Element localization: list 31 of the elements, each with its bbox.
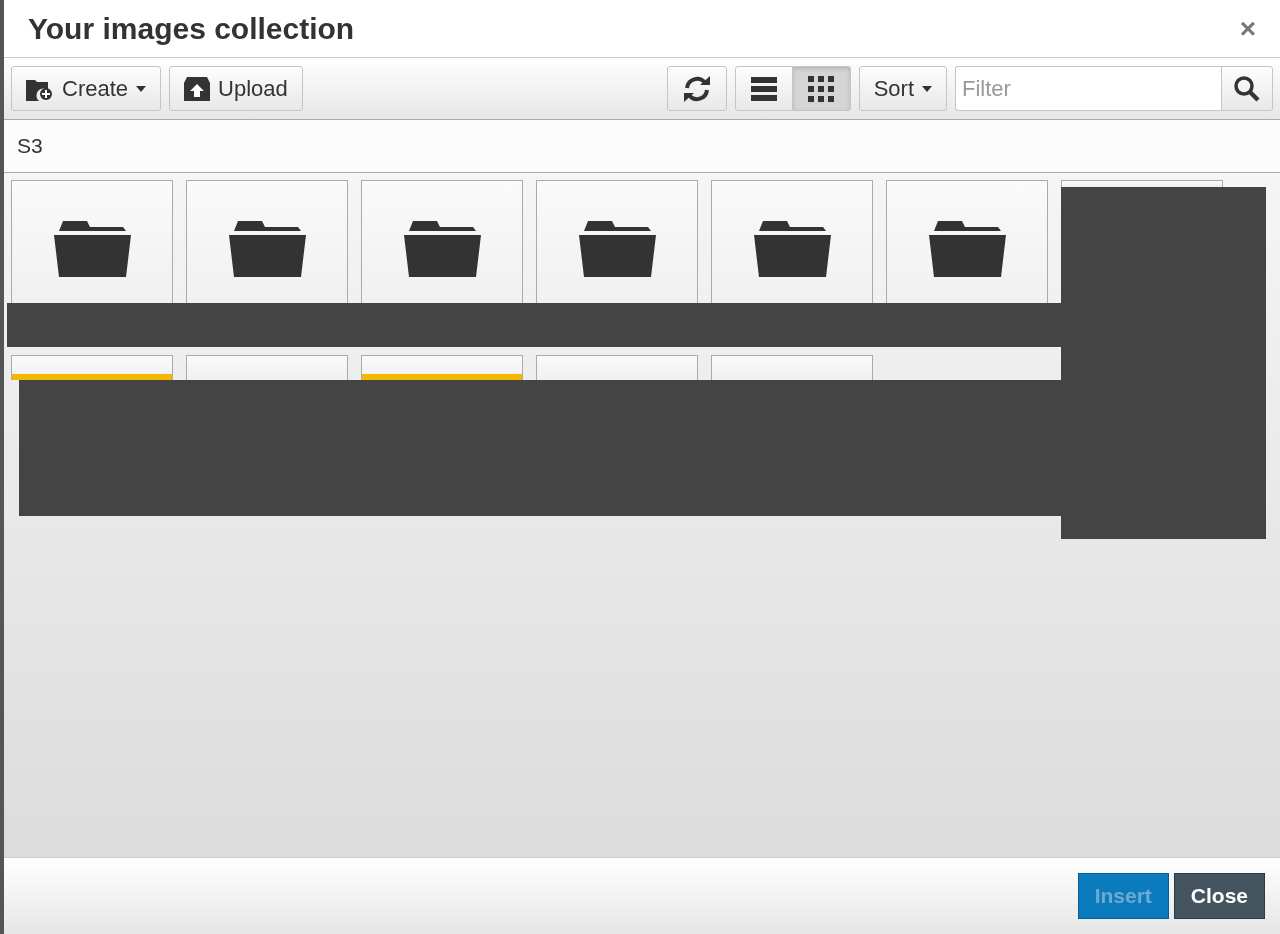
caret-icon xyxy=(136,85,147,92)
refresh-button[interactable] xyxy=(666,66,727,111)
folder-tile[interactable] xyxy=(886,180,1048,303)
search-icon xyxy=(1234,75,1260,102)
folder-tile[interactable] xyxy=(186,180,348,303)
search-button[interactable] xyxy=(1221,66,1273,111)
file-tile[interactable] xyxy=(186,355,348,380)
file-tile[interactable] xyxy=(1061,180,1223,187)
image-tile[interactable] xyxy=(361,355,523,380)
upload-button[interactable]: Upload xyxy=(169,66,303,111)
close-dialog-button[interactable]: Close xyxy=(1173,873,1265,919)
list-view-button[interactable] xyxy=(734,66,793,111)
caret-icon xyxy=(922,85,932,92)
grid-view-button[interactable] xyxy=(792,66,851,111)
sort-button[interactable]: Sort xyxy=(858,66,947,111)
dialog-title: Your images collection xyxy=(28,11,355,46)
grid-icon xyxy=(808,75,835,102)
image-tile[interactable] xyxy=(11,355,173,380)
folder-tile[interactable] xyxy=(536,180,698,303)
file-tile[interactable] xyxy=(711,355,873,380)
folder-tile[interactable] xyxy=(711,180,873,303)
refresh-icon xyxy=(682,75,711,102)
folder-tile[interactable] xyxy=(11,180,173,303)
upload-box-icon xyxy=(184,76,211,101)
file-tile[interactable] xyxy=(536,355,698,380)
list-icon xyxy=(750,76,777,101)
create-button[interactable]: Create xyxy=(11,66,162,111)
close-button[interactable]: × xyxy=(1239,12,1256,45)
filter-field[interactable]: Filter xyxy=(955,66,1221,111)
folder-tile[interactable] xyxy=(361,180,523,303)
breadcrumb[interactable]: S3 xyxy=(17,134,43,158)
